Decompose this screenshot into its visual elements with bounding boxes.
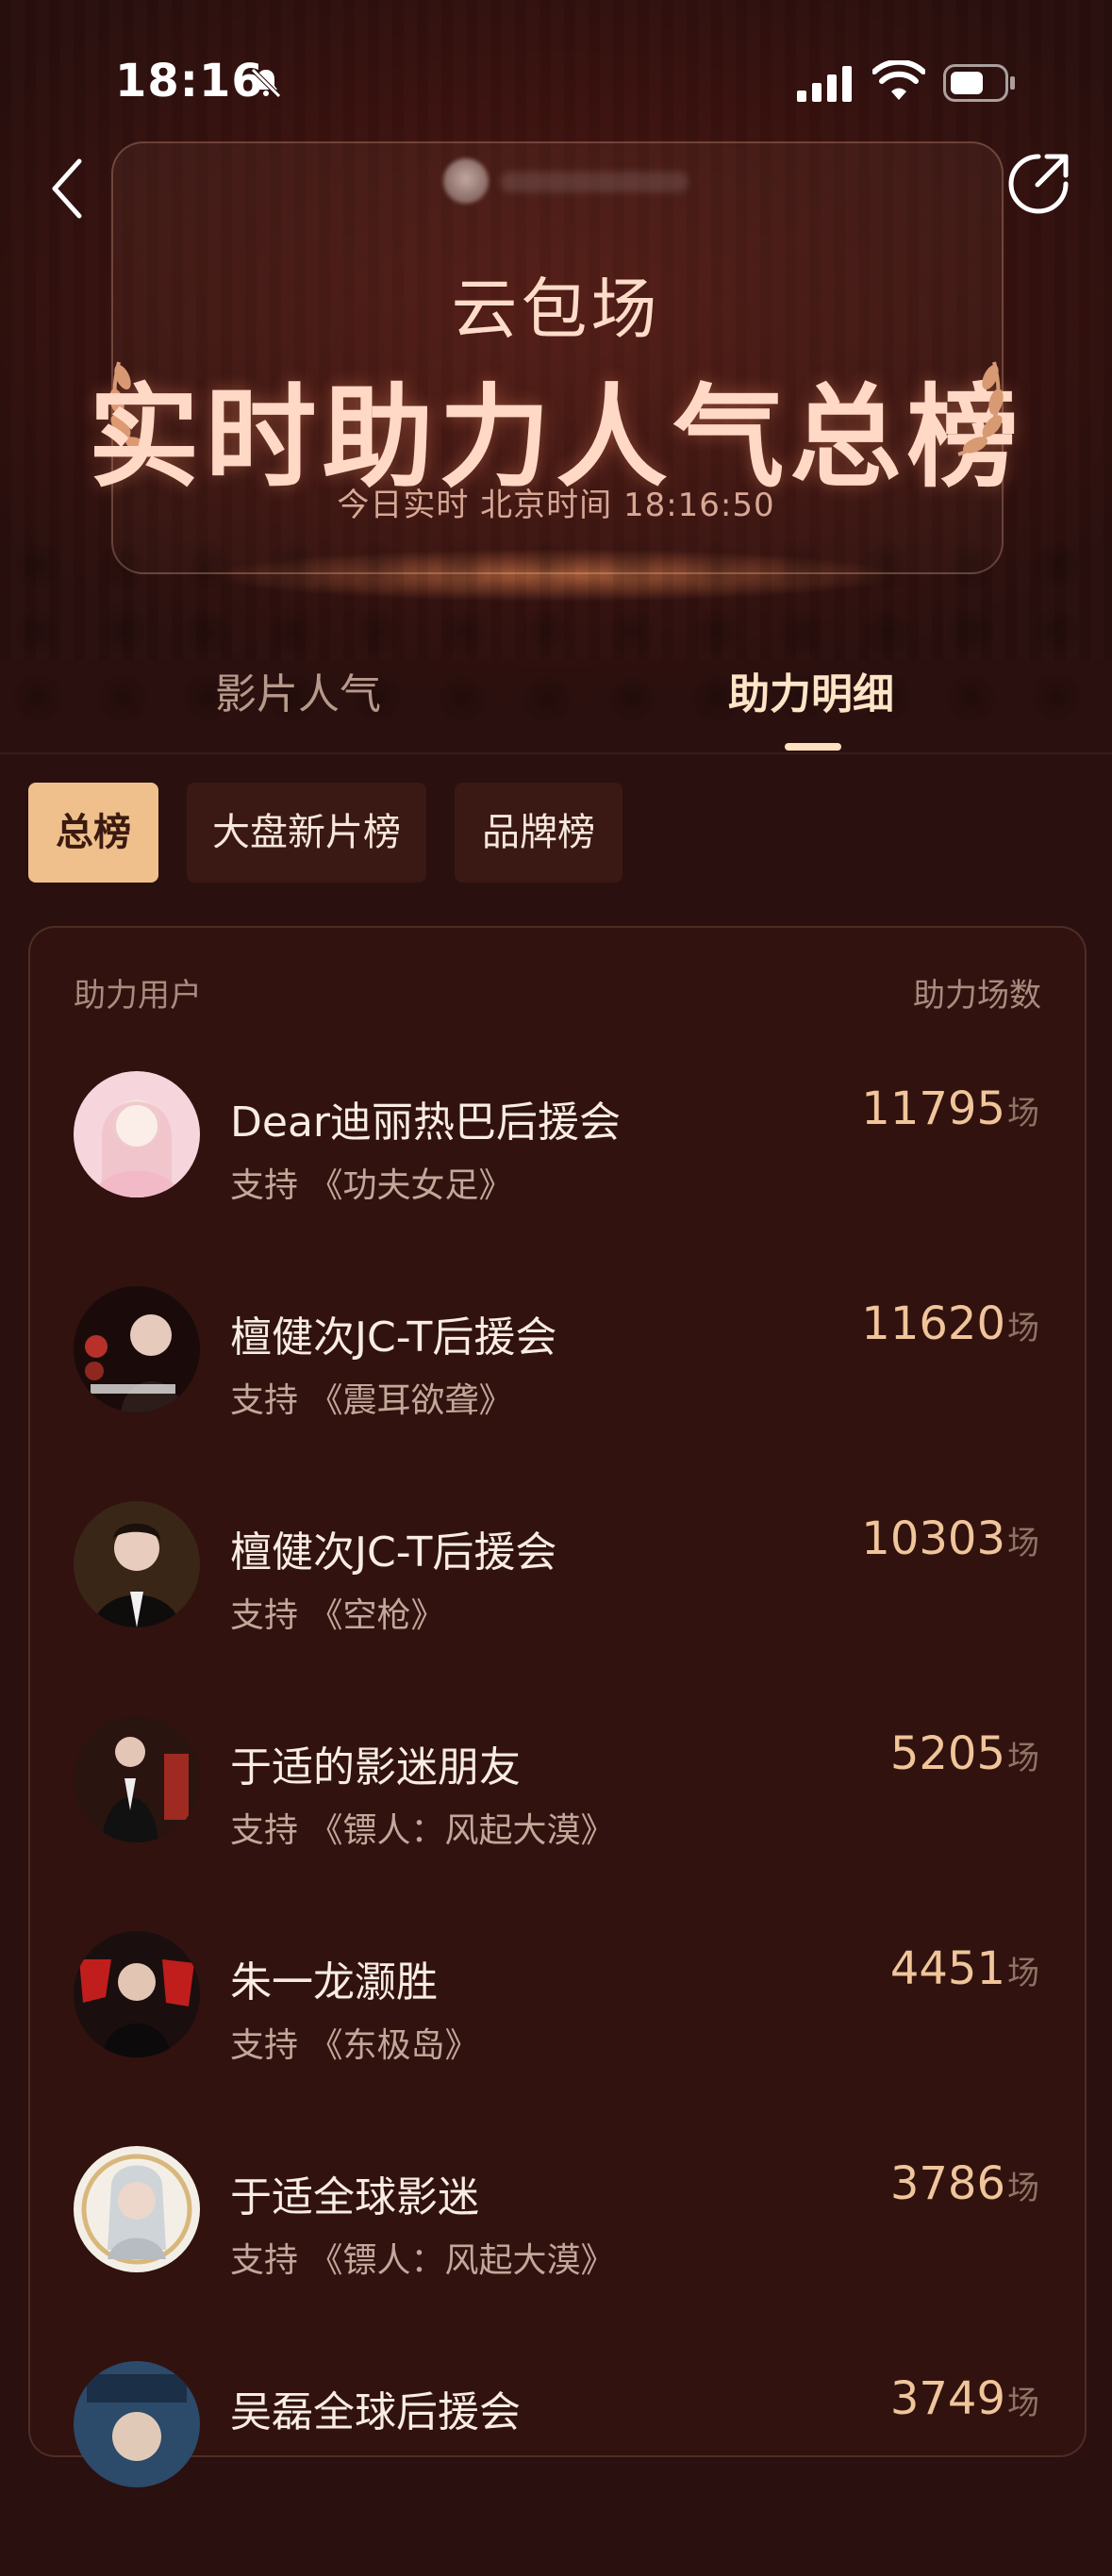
support-count: 5205场 bbox=[889, 1727, 1039, 1780]
active-tab-indicator bbox=[785, 743, 841, 751]
page-subtitle: 云包场 bbox=[451, 271, 661, 348]
supported-film: 支持 《功夫女足》 bbox=[230, 1166, 513, 1205]
support-count: 3749场 bbox=[889, 2372, 1039, 2425]
chip-overall[interactable]: 总榜 bbox=[28, 783, 158, 883]
list-item[interactable]: 于适的影迷朋友 支持 《镖人：风起大漠》 5205场 bbox=[30, 1716, 1085, 1931]
mute-bell-icon bbox=[251, 68, 281, 98]
user-name: 吴磊全球后援会 bbox=[230, 2388, 521, 2436]
supported-film: 支持 《震耳欲聋》 bbox=[230, 1381, 513, 1420]
user-avatar bbox=[74, 1716, 200, 1842]
status-time: 18:16 bbox=[115, 55, 264, 107]
tab-support-details[interactable]: 助力明细 bbox=[728, 660, 894, 720]
realtime-timestamp: 今日实时 北京时间 18:16:50 bbox=[337, 487, 775, 524]
supported-film: 支持 《镖人：风起大漠》 bbox=[230, 2241, 615, 2280]
user-avatar bbox=[74, 1501, 200, 1627]
supported-film: 支持 《镖人：风起大漠》 bbox=[230, 1811, 615, 1850]
column-header-user: 助力用户 bbox=[74, 977, 202, 1015]
user-name: 檀健次JC-T后援会 bbox=[230, 1313, 557, 1362]
share-icon[interactable] bbox=[1004, 149, 1073, 219]
user-avatar bbox=[74, 1931, 200, 2057]
list-item[interactable]: 于适全球影迷 支持 《镖人：风起大漠》 3786场 bbox=[30, 2146, 1085, 2361]
user-name: 于适的影迷朋友 bbox=[230, 1743, 521, 1792]
wifi-icon bbox=[872, 60, 925, 100]
user-avatar bbox=[74, 1286, 200, 1412]
user-name: 朱一龙灏胜 bbox=[230, 1958, 438, 2006]
list-item[interactable]: 檀健次JC-T后援会 支持 《震耳欲聋》 11620场 bbox=[30, 1286, 1085, 1501]
user-name: 檀健次JC-T后援会 bbox=[230, 1528, 557, 1577]
user-avatar bbox=[74, 1071, 200, 1197]
ranking-list: 助力用户 助力场数 Dear迪丽热巴后援会 支持 《功夫女足》 11795场 檀… bbox=[28, 926, 1087, 2487]
user-avatar bbox=[74, 2146, 200, 2272]
back-arrow-icon[interactable] bbox=[45, 156, 92, 222]
column-header-count: 助力场数 bbox=[913, 977, 1041, 1015]
nav-avatar bbox=[443, 158, 489, 204]
support-count: 11795场 bbox=[861, 1082, 1039, 1135]
tab-film-popularity[interactable]: 影片人气 bbox=[215, 660, 381, 720]
user-avatar bbox=[74, 2361, 200, 2487]
supported-film: 支持 《东极岛》 bbox=[230, 2026, 479, 2065]
support-count: 10303场 bbox=[861, 1512, 1039, 1565]
laurel-right-icon bbox=[957, 361, 1004, 456]
user-name: 于适全球影迷 bbox=[230, 2173, 479, 2221]
cellular-signal-icon bbox=[797, 66, 852, 102]
list-item[interactable]: 朱一龙灏胜 支持 《东极岛》 4451场 bbox=[30, 1931, 1085, 2146]
chip-brand[interactable]: 品牌榜 bbox=[455, 783, 622, 883]
tab-bar: 影片人气 助力明细 bbox=[0, 651, 1112, 754]
list-item[interactable]: Dear迪丽热巴后援会 支持 《功夫女足》 11795场 bbox=[30, 1071, 1085, 1286]
support-count: 11620场 bbox=[861, 1297, 1039, 1350]
support-count: 4451场 bbox=[889, 1942, 1039, 1995]
user-name: Dear迪丽热巴后援会 bbox=[230, 1098, 622, 1147]
list-item[interactable]: 吴磊全球后援会 3749场 bbox=[30, 2361, 1085, 2576]
list-item[interactable]: 檀健次JC-T后援会 支持 《空枪》 10303场 bbox=[30, 1501, 1085, 1716]
support-count: 3786场 bbox=[889, 2157, 1039, 2210]
supported-film: 支持 《空枪》 bbox=[230, 1596, 445, 1635]
battery-icon bbox=[943, 64, 1015, 102]
chip-new-films[interactable]: 大盘新片榜 bbox=[187, 783, 426, 883]
nav-title-blurred bbox=[500, 172, 689, 192]
